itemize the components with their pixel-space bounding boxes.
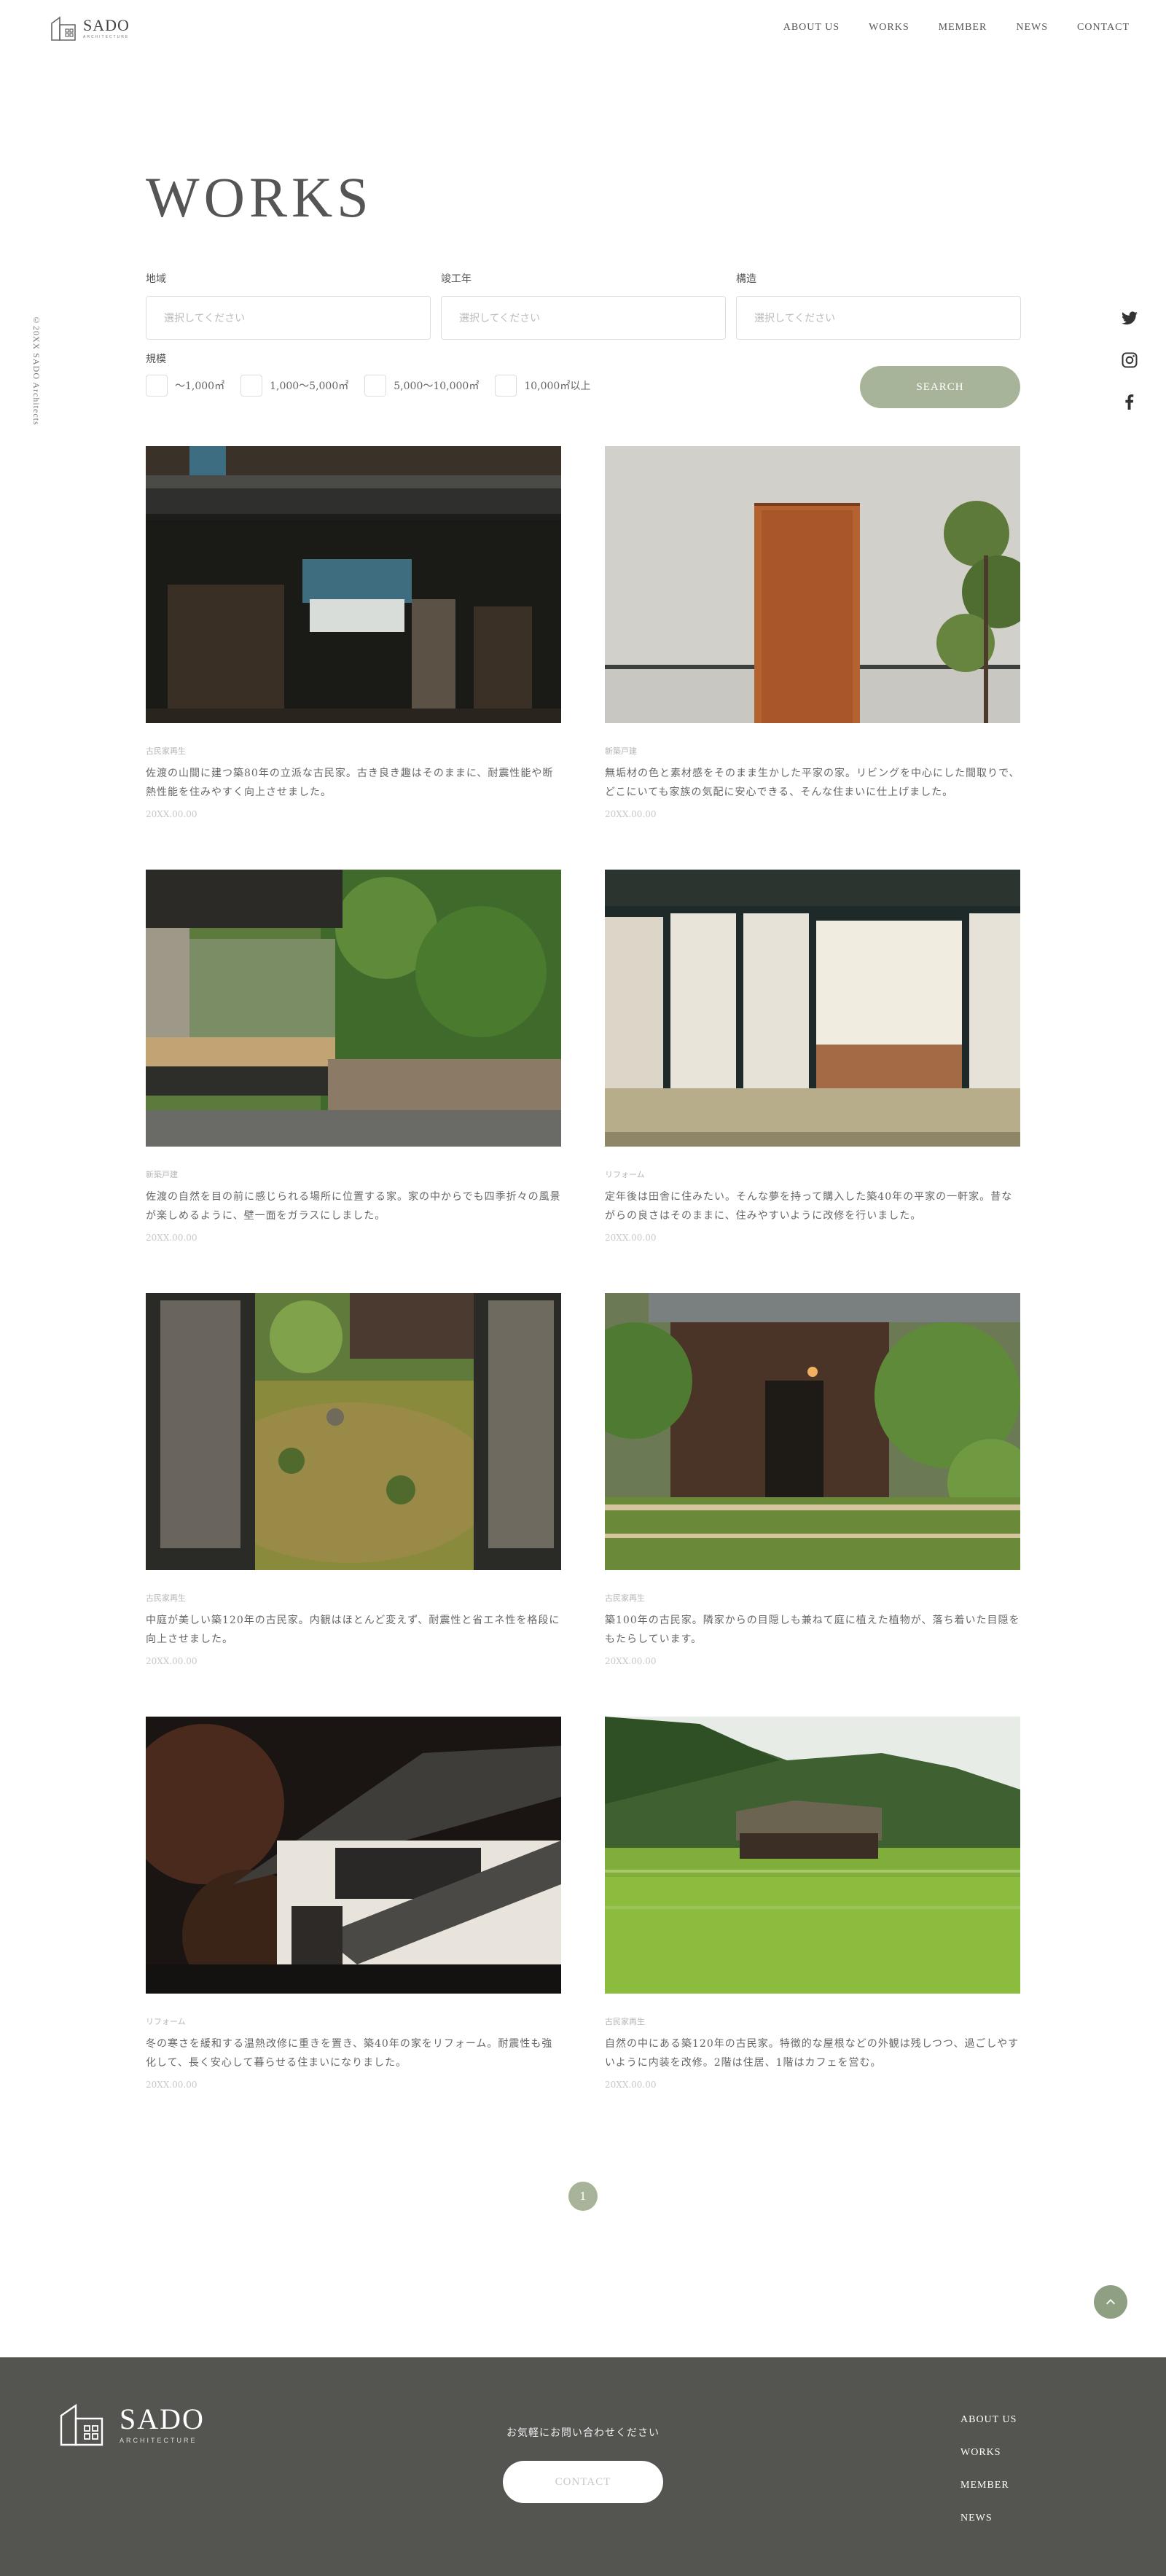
structure-label: 構造 xyxy=(736,273,756,285)
work-date: 20XX.00.00 xyxy=(146,1233,197,1243)
nav-contact[interactable]: CONTACT xyxy=(1077,22,1130,34)
work-category: リフォーム xyxy=(605,1170,645,1179)
work-photo-shoji-room[interactable] xyxy=(605,870,1020,1147)
work-category: 古民家再生 xyxy=(605,2017,645,2026)
work-description: 冬の寒さを緩和する温熱改修に重きを置き、築40年の家をリフォーム。耐震性も強化し… xyxy=(146,2038,553,2069)
footer-nav-about-us[interactable]: ABOUT US xyxy=(960,2414,1017,2426)
nav-works[interactable]: WORKS xyxy=(869,22,909,34)
logo-subtitle: ARCHITECTURE xyxy=(83,35,130,39)
scale-option-label: 5,000〜10,000㎡ xyxy=(394,380,480,392)
region-label: 地域 xyxy=(146,273,166,285)
work-category: 古民家再生 xyxy=(605,1593,645,1603)
site-header: SADO ARCHITECTURE ABOUT US WORKS MEMBER … xyxy=(0,0,1166,58)
region-select[interactable]: 選択してください xyxy=(146,296,431,340)
vertical-copyright: ©20XX SADO Architects xyxy=(31,315,42,426)
year-label: 竣工年 xyxy=(441,273,472,285)
footer-nav-news[interactable]: NEWS xyxy=(960,2513,1017,2524)
work-card[interactable]: 新築戸建 無垢材の色と素材感をそのまま生かした平家の家。リビングを中心にした間取… xyxy=(605,446,1020,819)
work-description: 佐渡の山間に建つ築80年の立派な古民家。古き良き趣はそのままに、耐震性能や断熱性… xyxy=(146,768,554,798)
scale-option-label: 1,000〜5,000㎡ xyxy=(270,380,349,392)
twitter-icon[interactable] xyxy=(1121,310,1138,327)
work-card[interactable]: 新築戸建 佐渡の自然を目の前に感じられる場所に位置する家。家の中からでも四季折々… xyxy=(146,870,561,1243)
chevron-up-icon xyxy=(1106,2299,1116,2305)
pagination-page-current[interactable]: 1 xyxy=(568,2182,598,2211)
work-description: 築100年の古民家。隣家からの目隠しも兼ねて庭に植えた植物が、落ち着いた目隠をも… xyxy=(605,1615,1020,1645)
work-description: 定年後は田舎に住みたい。そんな夢を持って購入した築40年の平家の一軒家。昔ながら… xyxy=(605,1191,1013,1222)
scale-option-label: 10,000㎡以上 xyxy=(524,380,591,392)
work-date: 20XX.00.00 xyxy=(605,1656,657,1666)
footer-nav: ABOUT US WORKS MEMBER NEWS xyxy=(960,2414,1017,2524)
work-photo-garden-entrance[interactable] xyxy=(605,1293,1020,1570)
scale-checkbox[interactable] xyxy=(240,375,263,397)
footer-logo[interactable]: SADO ARCHITECTURE xyxy=(58,2401,205,2448)
scale-option[interactable]: 5,000〜10,000㎡ xyxy=(364,375,479,397)
work-description: 自然の中にある築120年の古民家。特徴的な屋根などの外観は残しつつ、過ごしやすい… xyxy=(605,2038,1020,2069)
footer-contact-button[interactable]: CONTACT xyxy=(503,2461,663,2503)
nav-about-us[interactable]: ABOUT US xyxy=(783,22,840,34)
work-description: 中庭が美しい築120年の古民家。内観はほとんど変えず、耐震性と省エネ性を格段に向… xyxy=(146,1615,560,1645)
work-category: 古民家再生 xyxy=(146,746,186,756)
work-category: 新築戸建 xyxy=(605,746,637,756)
work-category: 古民家再生 xyxy=(146,1593,186,1603)
footer-logo-name: SADO xyxy=(120,2403,205,2435)
footer-inquiry-text: お気軽にお問い合わせください xyxy=(506,2427,660,2439)
footer-nav-member[interactable]: MEMBER xyxy=(960,2480,1017,2491)
work-card[interactable]: 古民家再生 築100年の古民家。隣家からの目隠しも兼ねて庭に植えた植物が、落ち着… xyxy=(605,1293,1020,1666)
logo-house-icon xyxy=(60,2403,103,2446)
search-button[interactable]: SEARCH xyxy=(860,366,1020,408)
footer-nav-works[interactable]: WORKS xyxy=(960,2447,1017,2459)
scale-checkbox[interactable] xyxy=(495,375,517,397)
logo-house-icon xyxy=(51,16,76,41)
work-photo-thatched-house[interactable] xyxy=(605,1717,1020,1994)
social-links xyxy=(1121,310,1138,410)
work-date: 20XX.00.00 xyxy=(605,2080,657,2090)
work-photo-wooden-door[interactable] xyxy=(605,446,1020,723)
work-card[interactable]: リフォーム 冬の寒さを緩和する温熱改修に重きを置き、築40年の家をリフォーム。耐… xyxy=(146,1717,561,2090)
work-description: 佐渡の自然を目の前に感じられる場所に位置する家。家の中からでも四季折々の風景が楽… xyxy=(146,1191,561,1222)
main-nav: ABOUT US WORKS MEMBER NEWS CONTACT xyxy=(783,22,1130,34)
scale-option[interactable]: 1,000〜5,000㎡ xyxy=(240,375,348,397)
scale-label: 規模 xyxy=(146,354,166,365)
back-to-top-button[interactable] xyxy=(1094,2285,1127,2319)
scale-checkbox[interactable] xyxy=(364,375,387,397)
work-photo-glass-room[interactable] xyxy=(146,870,561,1147)
scale-option-label: 〜1,000㎡ xyxy=(175,380,225,392)
work-date: 20XX.00.00 xyxy=(146,1656,197,1666)
year-select[interactable]: 選択してください xyxy=(441,296,726,340)
works-filter-form: 地域 選択してください 竣工年 選択してください 構造 選択してください 規模 … xyxy=(146,271,1021,408)
instagram-icon[interactable] xyxy=(1121,351,1138,369)
work-card[interactable]: 古民家再生 自然の中にある築120年の古民家。特徴的な屋根などの外観は残しつつ、… xyxy=(605,1717,1020,2090)
work-photo-old-house-facade[interactable] xyxy=(146,446,561,723)
work-photo-courtyard-garden[interactable] xyxy=(146,1293,561,1570)
nav-news[interactable]: NEWS xyxy=(1016,22,1048,34)
work-category: リフォーム xyxy=(146,2017,186,2026)
facebook-icon[interactable] xyxy=(1121,393,1138,410)
scale-option[interactable]: 10,000㎡以上 xyxy=(495,375,590,397)
logo-name: SADO xyxy=(83,16,130,34)
work-description: 無垢材の色と素材感をそのまま生かした平家の家。リビングを中心にした間取りで、どこ… xyxy=(605,768,1020,798)
work-date: 20XX.00.00 xyxy=(605,1233,657,1243)
work-card[interactable]: リフォーム 定年後は田舎に住みたい。そんな夢を持って購入した築40年の平家の一軒… xyxy=(605,870,1020,1243)
work-category: 新築戸建 xyxy=(146,1170,178,1179)
page-title: WORKS xyxy=(146,165,373,229)
structure-select[interactable]: 選択してください xyxy=(736,296,1021,340)
work-photo-renovated-house[interactable] xyxy=(146,1717,561,1994)
work-date: 20XX.00.00 xyxy=(146,809,197,819)
site-logo[interactable]: SADO ARCHITECTURE xyxy=(50,15,130,42)
footer-logo-subtitle: ARCHITECTURE xyxy=(120,2437,197,2444)
site-footer: SADO ARCHITECTURE お気軽にお問い合わせください CONTACT… xyxy=(0,2357,1166,2576)
work-card[interactable]: 古民家再生 佐渡の山間に建つ築80年の立派な古民家。古き良き趣はそのままに、耐震… xyxy=(146,446,561,819)
scale-checkbox[interactable] xyxy=(146,375,168,397)
work-date: 20XX.00.00 xyxy=(605,809,657,819)
scale-option[interactable]: 〜1,000㎡ xyxy=(146,375,224,397)
nav-member[interactable]: MEMBER xyxy=(939,22,987,34)
work-card[interactable]: 古民家再生 中庭が美しい築120年の古民家。内観はほとんど変えず、耐震性と省エネ… xyxy=(146,1293,561,1666)
work-date: 20XX.00.00 xyxy=(146,2080,197,2090)
